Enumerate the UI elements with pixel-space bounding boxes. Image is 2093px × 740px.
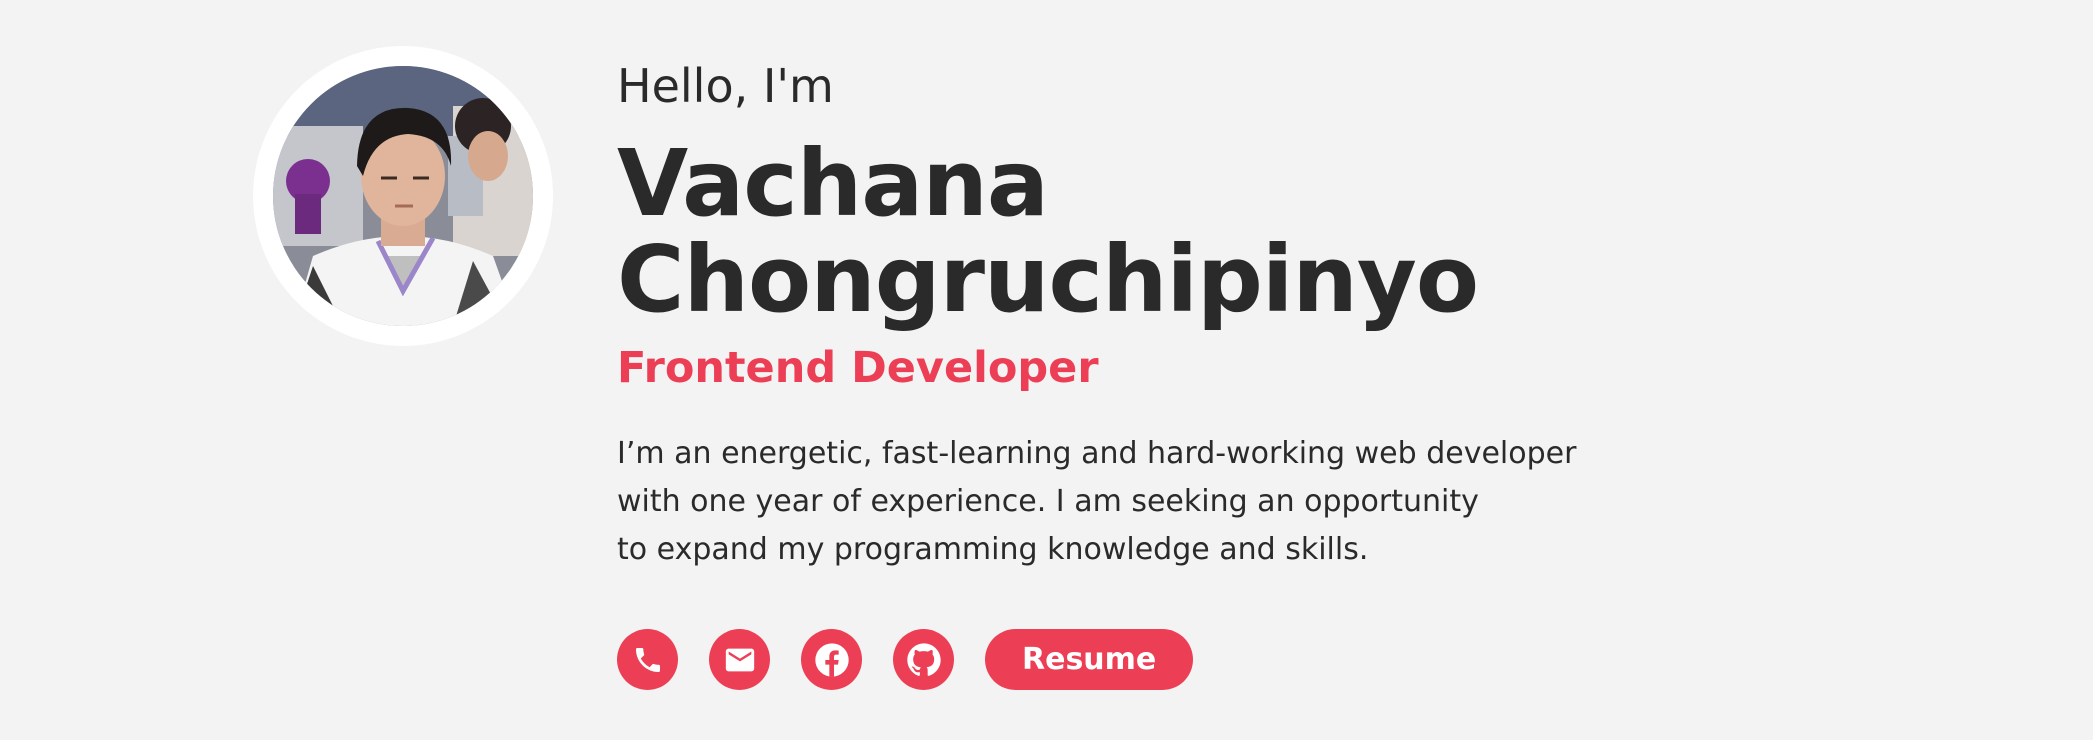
bio-line: I’m an energetic, fast-learning and hard… — [617, 436, 1577, 471]
avatar — [273, 66, 533, 326]
github-icon — [906, 642, 941, 676]
profile-photo — [273, 66, 533, 326]
facebook-button[interactable] — [801, 629, 862, 690]
bio-line: with one year of experience. I am seekin… — [617, 484, 1479, 519]
contact-actions: Resume — [617, 629, 1194, 690]
mail-icon — [725, 648, 754, 671]
github-button[interactable] — [893, 629, 954, 690]
phone-icon — [635, 647, 660, 672]
resume-button[interactable]: Resume — [985, 629, 1194, 690]
facebook-icon — [814, 642, 849, 677]
full-name-heading: Vachana Chongruchipinyo — [617, 136, 1717, 328]
avatar-frame — [253, 46, 553, 346]
greeting-text: Hello, I'm — [617, 59, 834, 113]
bio-line: to expand my programming knowledge and s… — [617, 532, 1369, 567]
intro-content: Hello, I'm Vachana Chongruchipinyo Front… — [617, 52, 1717, 574]
first-name: Vachana — [617, 130, 1049, 237]
job-title: Frontend Developer — [617, 343, 1099, 393]
hero-section: Hello, I'm Vachana Chongruchipinyo Front… — [0, 0, 2093, 740]
email-button[interactable] — [709, 629, 770, 690]
bio-paragraph: I’m an energetic, fast-learning and hard… — [617, 430, 1717, 574]
phone-button[interactable] — [617, 629, 678, 690]
last-name: Chongruchipinyo — [617, 226, 1479, 333]
